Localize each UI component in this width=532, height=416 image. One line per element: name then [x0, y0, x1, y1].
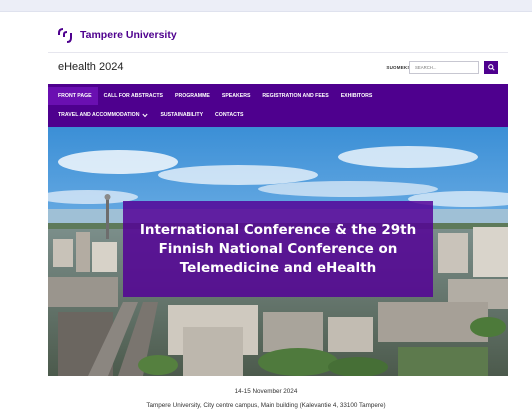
nav-travel-and-accommodation[interactable]: TRAVEL AND ACCOMMODATION [48, 106, 154, 124]
nav-contacts[interactable]: CONTACTS [209, 106, 249, 124]
nav-programme[interactable]: PROGRAMME [169, 87, 216, 105]
university-logo[interactable]: Tampere University [58, 25, 177, 45]
search-input[interactable] [409, 61, 479, 74]
nav-row-secondary: TRAVEL AND ACCOMMODATION SUSTAINABILITY … [48, 106, 249, 124]
event-venue: Tampere University, City centre campus, … [146, 402, 386, 409]
nav-registration-and-fees[interactable]: REGISTRATION AND FEES [256, 87, 334, 105]
logo-text: Tampere University [80, 29, 177, 41]
search-button[interactable] [484, 61, 498, 74]
main-navigation: FRONT PAGE CALL FOR ABSTRACTS PROGRAMME … [48, 84, 508, 127]
search-icon [487, 64, 495, 71]
nav-call-for-abstracts[interactable]: CALL FOR ABSTRACTS [98, 87, 169, 105]
tampere-bracket-logo-icon [58, 28, 72, 43]
hero-banner: International Conference & the 29th Finn… [48, 127, 508, 376]
site-header: eHealth 2024 SUOMEKSI [48, 52, 508, 84]
nav-sustainability[interactable]: SUSTAINABILITY [154, 106, 209, 124]
nav-front-page[interactable]: FRONT PAGE [48, 87, 98, 105]
hero-title: International Conference & the 29th Finn… [139, 221, 417, 276]
nav-speakers[interactable]: SPEAKERS [216, 87, 257, 105]
nav-exhibitors[interactable]: EXHIBITORS [335, 87, 379, 105]
event-dates: 14-15 November 2024 [234, 388, 298, 395]
chevron-down-icon[interactable] [142, 113, 149, 118]
site-title[interactable]: eHealth 2024 [58, 61, 123, 73]
browser-top-strip [0, 0, 532, 12]
nav-travel-label: TRAVEL AND ACCOMMODATION [58, 112, 140, 118]
nav-row-primary: FRONT PAGE CALL FOR ABSTRACTS PROGRAMME … [48, 87, 378, 105]
hero-title-overlay: International Conference & the 29th Finn… [123, 201, 433, 297]
